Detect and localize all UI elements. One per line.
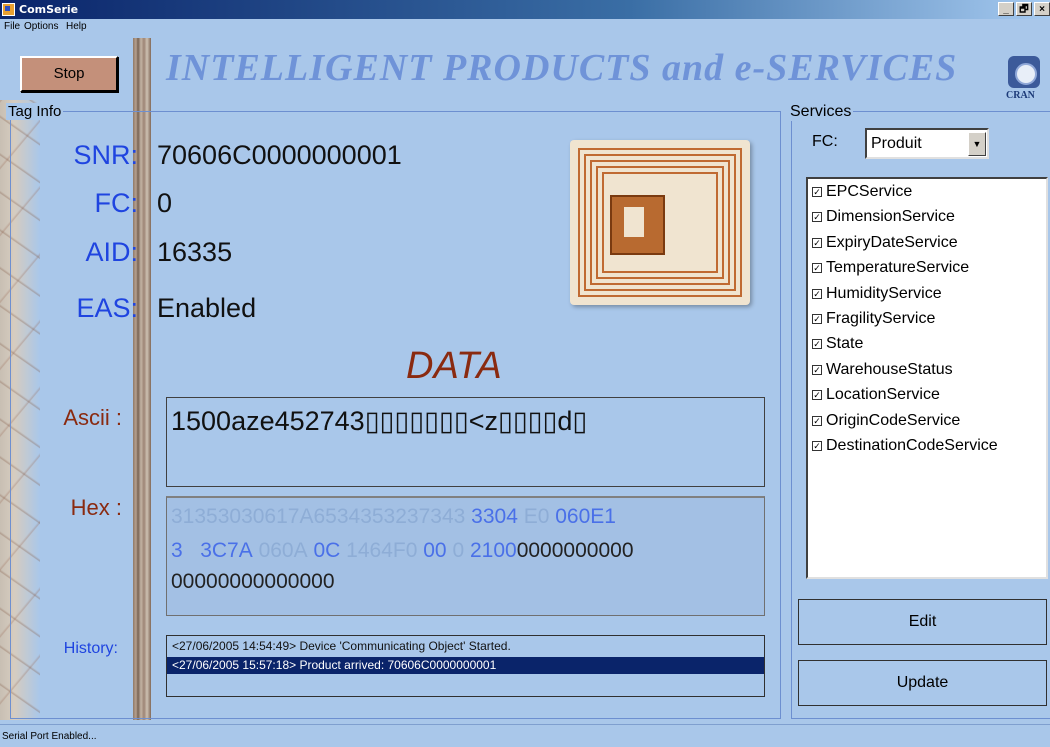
fc-value: 0 bbox=[157, 188, 173, 218]
cran-logo-icon bbox=[1008, 56, 1040, 88]
service-label: OriginCodeService bbox=[826, 411, 961, 429]
history-row[interactable]: <27/06/2005 14:54:49> Device 'Communicat… bbox=[167, 638, 764, 655]
service-checkbox-item[interactable]: ✓ DimensionService bbox=[812, 208, 955, 226]
hex-line-3: 00000000000000 bbox=[171, 570, 335, 593]
dropdown-arrow-icon[interactable]: ▼ bbox=[968, 132, 986, 156]
service-label: DestinationCodeService bbox=[826, 437, 998, 454]
hex-line-2: 3 3C7A 060A 0C 1464F0 00 0 2100000000000… bbox=[171, 539, 634, 562]
banner-title: INTELLIGENT PRODUCTS and e-SERVICES bbox=[166, 47, 958, 89]
title-bar: ComSerie _ 🗗 × bbox=[0, 0, 1050, 19]
service-checkbox-item[interactable]: ✓ HumidityService bbox=[812, 285, 942, 303]
status-text: Serial Port Enabled... bbox=[2, 731, 97, 742]
rfid-tag-image bbox=[570, 140, 750, 305]
app-icon[interactable] bbox=[2, 3, 15, 16]
service-label: LocationService bbox=[826, 386, 940, 404]
rfid-chip bbox=[610, 195, 665, 255]
checkbox-checked-icon[interactable]: ✓ bbox=[812, 288, 822, 299]
menu-help[interactable]: Help bbox=[66, 21, 87, 32]
service-checkbox-item[interactable]: ✓ WarehouseStatus bbox=[812, 361, 953, 379]
checkbox-checked-icon[interactable]: ✓ bbox=[812, 314, 822, 324]
edit-button[interactable]: Edit bbox=[798, 599, 1047, 645]
service-label: HumidityService bbox=[826, 284, 942, 302]
checkbox-checked-icon[interactable]: ✓ bbox=[812, 212, 822, 223]
tag-info-label: Tag Info bbox=[6, 103, 64, 120]
history-label: History: bbox=[63, 640, 118, 657]
services-label: Services bbox=[788, 103, 854, 121]
hex-label: Hex : bbox=[70, 495, 122, 520]
checkbox-checked-icon[interactable]: ✓ bbox=[812, 390, 822, 401]
services-fc-label: FC: bbox=[812, 133, 838, 150]
window-title: ComSerie bbox=[19, 3, 79, 16]
hex-line-1: 31353030617A6534353237343 3304 E0 060E1 bbox=[171, 505, 616, 528]
service-label: ExpiryDateService bbox=[826, 233, 958, 251]
ascii-value: 1500aze452743▯▯▯▯▯▯▯<z▯▯▯▯d▯ bbox=[171, 406, 588, 436]
service-label: State bbox=[826, 335, 864, 353]
ascii-label: Ascii : bbox=[63, 405, 122, 430]
ascii-field[interactable]: 1500aze452743▯▯▯▯▯▯▯<z▯▯▯▯d▯ bbox=[166, 397, 765, 487]
stop-button[interactable]: Stop bbox=[20, 56, 118, 92]
service-checkbox-item[interactable]: ✓ FragilityService bbox=[812, 310, 935, 328]
service-label: TemperatureService bbox=[826, 259, 970, 277]
service-checkbox-item[interactable]: ✓ DestinationCodeService bbox=[812, 437, 998, 455]
status-bar: Serial Port Enabled... bbox=[0, 724, 1050, 747]
checkbox-checked-icon[interactable]: ✓ bbox=[812, 237, 822, 248]
fc-label: FC: bbox=[94, 188, 139, 218]
checkbox-checked-icon[interactable]: ✓ bbox=[812, 364, 822, 375]
hex-field[interactable]: 31353030617A6534353237343 3304 E0 060E1 … bbox=[166, 496, 765, 616]
service-label: EPCService bbox=[826, 183, 913, 200]
service-checkbox-item[interactable]: ✓ ExpiryDateService bbox=[812, 234, 958, 252]
checkbox-checked-icon[interactable]: ✓ bbox=[812, 339, 822, 350]
cran-logo-text: CRAN bbox=[1006, 90, 1035, 101]
service-checkbox-item[interactable]: ✓ TemperatureService bbox=[812, 259, 969, 277]
fc-dropdown-value: Produit bbox=[871, 135, 922, 152]
history-list[interactable]: <27/06/2005 14:54:49> Device 'Communicat… bbox=[166, 635, 765, 697]
history-row-selected[interactable]: <27/06/2005 15:57:18> Product arrived: 7… bbox=[167, 657, 764, 674]
cran-logo: CRAN bbox=[1004, 56, 1044, 104]
maximize-button[interactable]: 🗗 bbox=[1016, 2, 1032, 16]
checkbox-checked-icon[interactable]: ✓ bbox=[812, 415, 822, 426]
service-checkbox-item[interactable]: ✓ LocationService bbox=[812, 386, 940, 404]
menu-bar: File Options Help bbox=[0, 19, 1050, 35]
data-title: DATA bbox=[406, 345, 502, 387]
aid-value: 16335 bbox=[157, 237, 233, 267]
checkbox-checked-icon[interactable]: ✓ bbox=[812, 441, 822, 451]
service-checkbox-item[interactable]: ✓ State bbox=[812, 335, 863, 353]
service-checkbox-item[interactable]: ✓ EPCService bbox=[812, 183, 912, 201]
checkbox-checked-icon[interactable]: ✓ bbox=[812, 263, 822, 274]
service-label: FragilityService bbox=[826, 310, 936, 327]
snr-value: 70606C0000000001 bbox=[157, 140, 402, 170]
minimize-button[interactable]: _ bbox=[998, 2, 1014, 16]
aid-label: AID: bbox=[85, 237, 138, 267]
eas-value: Enabled bbox=[157, 293, 257, 323]
fc-dropdown[interactable]: Produit ▼ bbox=[865, 128, 989, 159]
eas-label: EAS: bbox=[76, 293, 138, 323]
menu-file[interactable]: File bbox=[4, 21, 20, 32]
update-button[interactable]: Update bbox=[798, 660, 1047, 706]
service-label: WarehouseStatus bbox=[826, 360, 953, 378]
service-label: DimensionService bbox=[826, 208, 955, 226]
checkbox-checked-icon[interactable]: ✓ bbox=[812, 187, 822, 197]
snr-label: SNR: bbox=[73, 140, 138, 170]
services-checklist[interactable]: ✓ EPCService ✓ DimensionService ✓ ExpiryDateS… bbox=[806, 177, 1048, 579]
menu-options[interactable]: Options bbox=[24, 21, 58, 32]
close-button[interactable]: × bbox=[1034, 2, 1050, 16]
service-checkbox-item[interactable]: ✓ OriginCodeService bbox=[812, 412, 960, 430]
